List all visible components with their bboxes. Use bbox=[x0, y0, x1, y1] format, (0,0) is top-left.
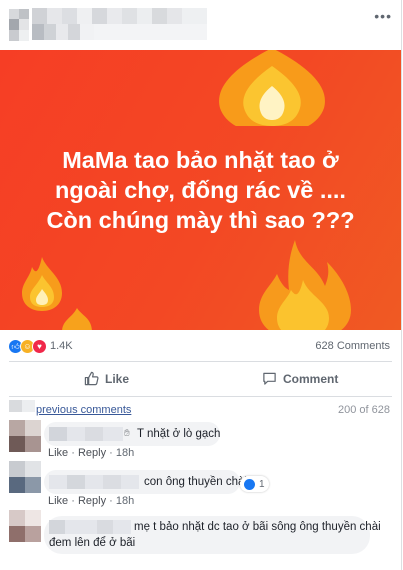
post-image-text: MaMa tao bảo nhặt tao ở ngoài chợ, đống … bbox=[0, 145, 401, 235]
commenter-name-pixelated[interactable] bbox=[49, 520, 131, 534]
post-header: ••• bbox=[0, 0, 401, 48]
avatar-pixelated[interactable] bbox=[9, 461, 41, 493]
comments-paging-count: 200 of 628 bbox=[338, 404, 390, 416]
avatar-pixelated[interactable] bbox=[9, 510, 41, 542]
commenter-name-pixelated[interactable] bbox=[49, 427, 123, 441]
comment-bubble: mẹ t bảo nhặt dc tao ở bãi sông ông thuy… bbox=[44, 516, 381, 554]
post-text-line: ngoài chợ, đống rác về .... bbox=[55, 177, 346, 203]
author-name-pixelated[interactable] bbox=[32, 8, 207, 40]
divider bbox=[9, 361, 392, 362]
commenter-name-pixelated[interactable] bbox=[49, 475, 139, 489]
comment-bubble: con ông thuyền chài bbox=[44, 470, 247, 494]
comment-reply-link[interactable]: Reply bbox=[78, 495, 106, 507]
like-thumb-icon bbox=[84, 371, 99, 386]
comment-time[interactable]: 18h bbox=[116, 495, 134, 507]
love-reaction-icon: ♥ bbox=[32, 339, 47, 354]
comment-meta: Like · Reply · 18h bbox=[48, 447, 135, 459]
reaction-count[interactable]: 1.4K bbox=[50, 340, 73, 352]
avatar-pixelated bbox=[9, 400, 35, 412]
comment-text: con ông thuyền chài bbox=[144, 476, 247, 488]
post-card: ••• MaMa tao bảo nhặt tao ở ngoài chợ, đ… bbox=[0, 0, 402, 570]
comment-reaction-badge[interactable]: 1 bbox=[240, 476, 269, 492]
view-previous-comments-link[interactable]: previous comments bbox=[36, 404, 131, 416]
comment-label: Comment bbox=[283, 371, 339, 386]
avatar-pixelated[interactable] bbox=[9, 420, 41, 452]
author-avatar-pixelated[interactable] bbox=[9, 9, 29, 41]
comment-button[interactable]: Comment bbox=[262, 371, 338, 386]
post-text-line: MaMa tao bảo nhặt tao ở bbox=[62, 147, 339, 173]
fire-emoji-icon bbox=[62, 308, 92, 330]
divider bbox=[9, 396, 392, 397]
comment-like-link[interactable]: Like bbox=[48, 447, 68, 459]
post-actions: Like Comment bbox=[0, 366, 401, 392]
comments-count[interactable]: 628 Comments bbox=[315, 340, 390, 352]
comment-time[interactable]: 18h bbox=[116, 447, 134, 459]
like-label: Like bbox=[105, 371, 130, 386]
comment-reaction-count: 1 bbox=[259, 478, 265, 490]
wave-emoji-icon: ✋︎ bbox=[124, 428, 130, 439]
comment-reply-link[interactable]: Reply bbox=[78, 447, 106, 459]
comment-text: mẹ t bảo nhặt dc tao ở bãi sông ông thuy… bbox=[134, 521, 381, 533]
fire-emoji-icon bbox=[22, 257, 62, 311]
comment-meta: Like · Reply · 18h bbox=[48, 495, 135, 507]
fire-emoji-icon bbox=[259, 240, 351, 330]
post-image[interactable]: MaMa tao bảo nhặt tao ở ngoài chợ, đống … bbox=[0, 50, 401, 330]
like-reaction-icon bbox=[244, 478, 255, 490]
reactions-summary[interactable]: 👍︎ ☺ ♥ 1.4K 628 Comments bbox=[0, 333, 401, 359]
post-text-line: Còn chúng mày thì sao ??? bbox=[46, 207, 355, 233]
comment-text: T nhặt ở lò gạch bbox=[137, 428, 221, 440]
like-button[interactable]: Like bbox=[84, 371, 129, 386]
comment-bubble: ✋︎ T nhặt ở lò gạch bbox=[44, 422, 220, 446]
comment-like-link[interactable]: Like bbox=[48, 495, 68, 507]
more-icon[interactable]: ••• bbox=[374, 8, 392, 24]
fire-emoji-icon bbox=[219, 50, 325, 126]
comment-bubble-icon bbox=[263, 372, 276, 385]
comment-text-continued: đem lên để ở bãi bbox=[49, 537, 136, 549]
